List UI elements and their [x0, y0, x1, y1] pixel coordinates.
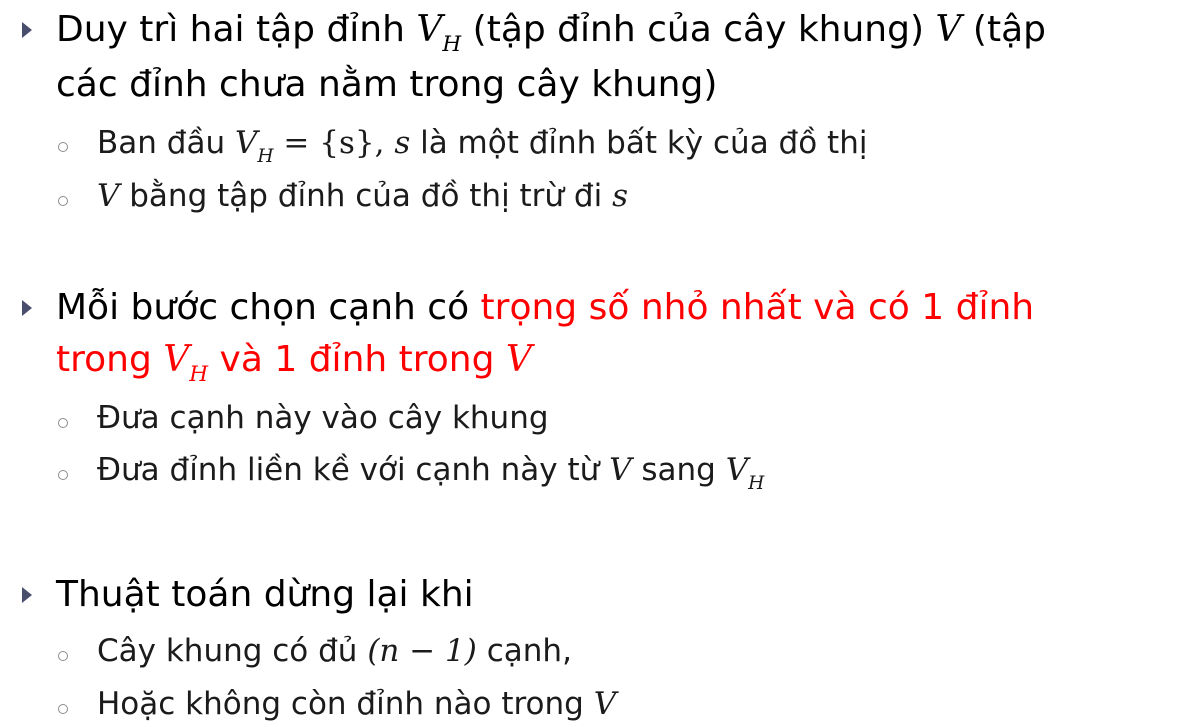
bullet-item: Thuật toán dừng lại khi — [56, 574, 474, 615]
bullet-item: Mỗi bước chọn cạnh có trọng số nhỏ nhất … — [56, 287, 1035, 328]
bullet-arrow-icon — [22, 300, 32, 316]
sub-item: Đưa đỉnh liền kề với cạnh này từ V sang … — [97, 452, 765, 495]
sub-bullet-circle-icon — [58, 196, 68, 206]
bullet-text: Duy trì hai tập đỉnh — [56, 9, 417, 50]
sub-item: V bằng tập đỉnh của đồ thị trừ đi s — [97, 178, 628, 214]
bullet-arrow-icon — [22, 22, 32, 38]
math-symbol: (n − 1) — [367, 633, 477, 669]
highlight-text: trọng số nhỏ nhất và có 1 đỉnh — [480, 287, 1035, 328]
sub-item: Ban đầu VH = {s}, s là một đỉnh bất kỳ c… — [97, 125, 868, 168]
math-symbol: VH — [163, 339, 209, 388]
sub-bullet-circle-icon — [58, 142, 68, 152]
math-symbol: V — [935, 9, 962, 50]
sub-item: Đưa cạnh này vào cây khung — [97, 400, 549, 436]
slide: Duy trì hai tập đỉnh VH (tập đỉnh của câ… — [0, 0, 1195, 727]
math-symbol: VH — [725, 452, 765, 495]
bullet-text: (tập đỉnh của cây khung) — [461, 9, 936, 50]
bullet-text: các đỉnh chưa nằm trong cây khung) — [56, 64, 718, 105]
bullet-item-continued: các đỉnh chưa nằm trong cây khung) — [56, 60, 1166, 110]
sub-bullet-circle-icon — [58, 651, 68, 661]
math-symbol: V — [609, 452, 632, 488]
bullet-text: (tập — [961, 9, 1046, 50]
math-symbol: V — [97, 178, 120, 214]
sub-bullet-circle-icon — [58, 704, 68, 714]
sub-bullet-circle-icon — [58, 470, 68, 480]
sub-item: Hoặc không còn đỉnh nào trong V — [97, 686, 617, 722]
bullet-item-continued: trong VH và 1 đỉnh trong V — [56, 339, 532, 388]
math-symbol: VH — [416, 9, 462, 58]
bullet-arrow-icon — [22, 587, 32, 603]
sub-item: Cây khung có đủ (n − 1) cạnh, — [97, 633, 572, 669]
bullet-item: Duy trì hai tập đỉnh VH (tập đỉnh của câ… — [56, 5, 1166, 68]
math-symbol: VH — [234, 125, 274, 168]
sub-bullet-circle-icon — [58, 418, 68, 428]
math-symbol: V — [505, 339, 532, 380]
math-symbol: V — [593, 686, 617, 722]
